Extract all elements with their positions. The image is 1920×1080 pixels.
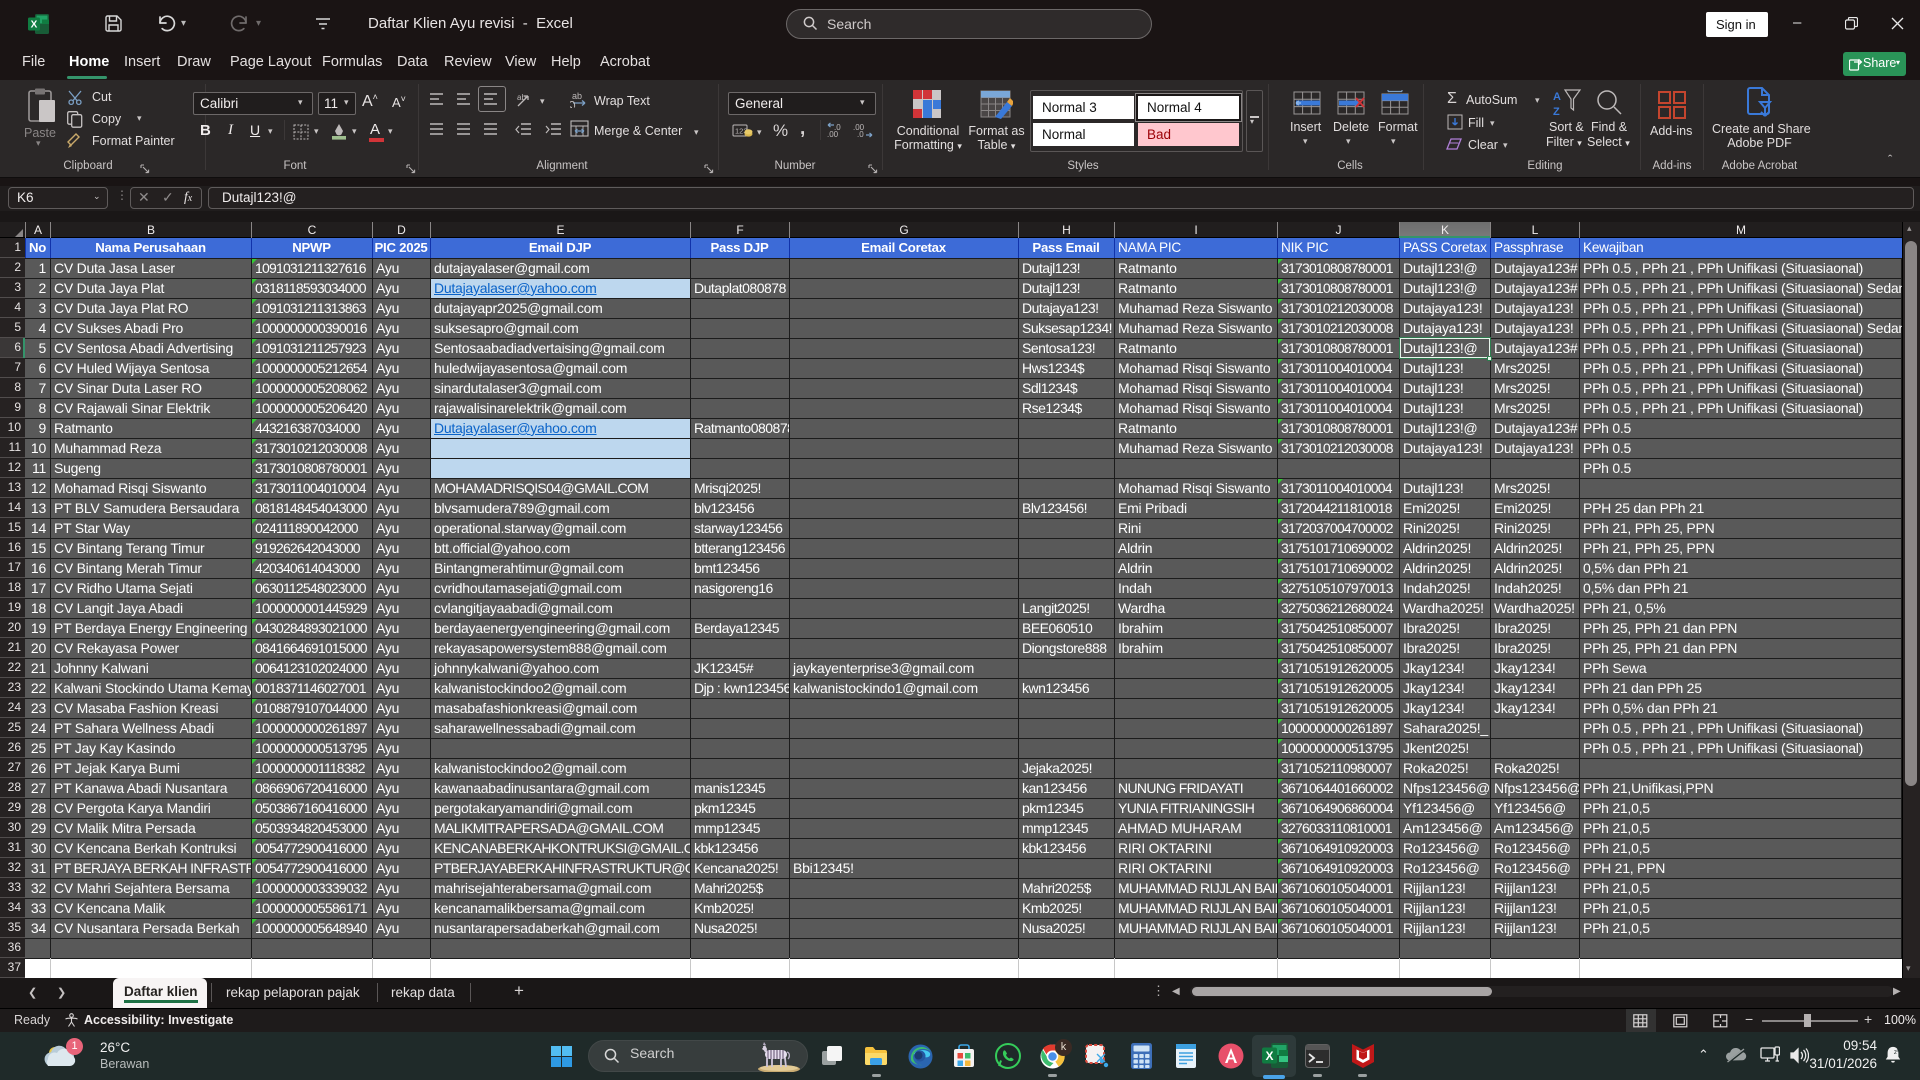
svg-text:.00: .00: [827, 130, 839, 139]
svg-text:X: X: [31, 20, 38, 31]
svg-text:A: A: [1553, 91, 1561, 103]
svg-text:X: X: [1265, 1049, 1273, 1063]
svg-text:ab: ab: [572, 91, 582, 101]
svg-text:z: z: [1897, 1047, 1900, 1052]
svg-text:ab: ab: [517, 93, 526, 102]
svg-text:Z: Z: [1553, 106, 1560, 118]
svg-text:.0: .0: [857, 130, 864, 139]
